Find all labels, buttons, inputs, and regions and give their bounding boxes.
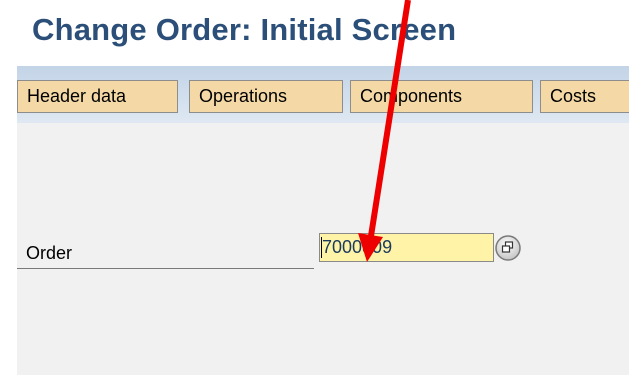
page-title: Change Order: Initial Screen: [32, 12, 457, 47]
title-bar: Change Order: Initial Screen: [0, 0, 629, 66]
initial-screen-area: Order: [17, 123, 629, 375]
order-number-input[interactable]: [319, 233, 494, 262]
costs-button[interactable]: Costs: [540, 80, 629, 113]
operations-button[interactable]: Operations: [189, 80, 343, 113]
components-button[interactable]: Components: [350, 80, 533, 113]
application-toolbar: Header data Operations Components Costs: [17, 66, 629, 123]
order-label: Order: [26, 243, 73, 263]
label-divider: [17, 268, 314, 269]
possible-entries-icon[interactable]: [494, 234, 528, 262]
text-cursor: [321, 237, 322, 258]
header-data-button[interactable]: Header data: [17, 80, 178, 113]
